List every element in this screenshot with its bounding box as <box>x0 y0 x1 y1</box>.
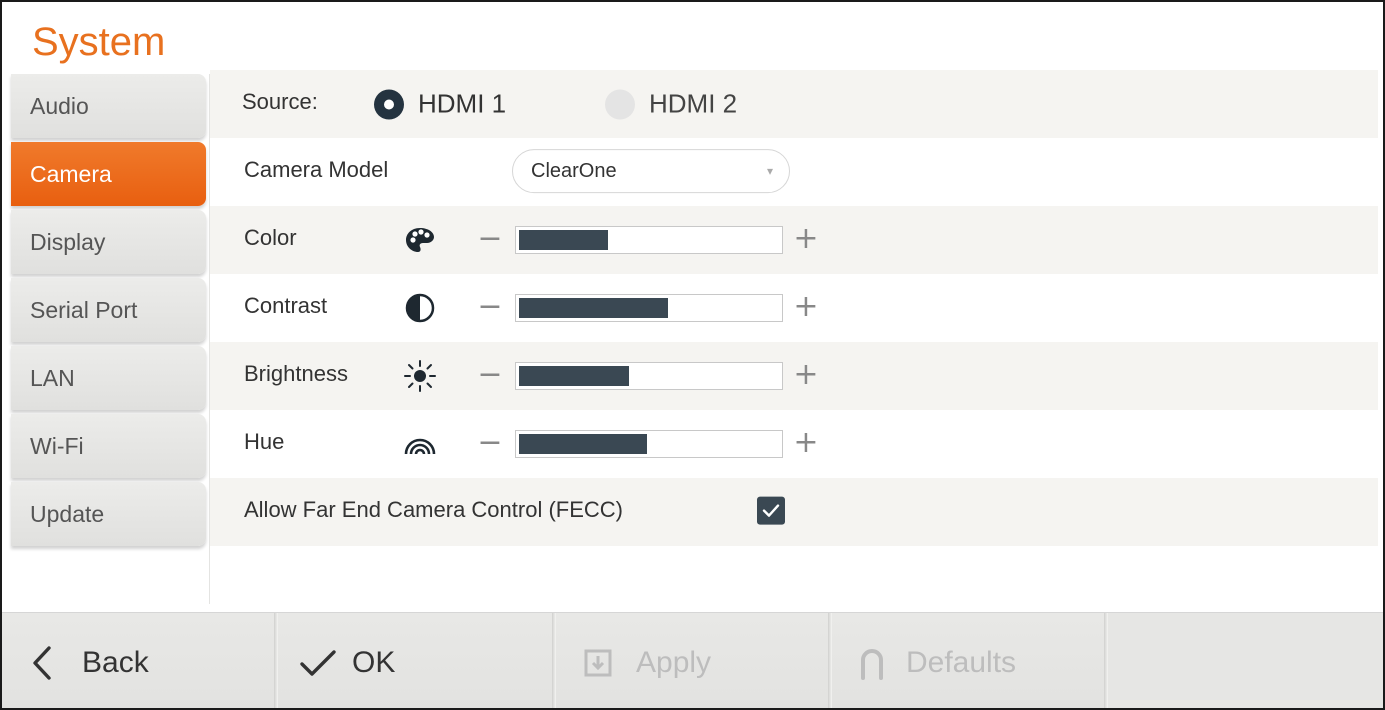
defaults-button[interactable]: Defaults <box>832 613 1104 708</box>
camera-settings-panel: Source: HDMI 1 HDMI 2 Camera Model Clear… <box>210 70 1378 546</box>
color-row: Color − + <box>210 206 1378 274</box>
checkmark-icon <box>762 504 780 517</box>
fecc-checkbox[interactable] <box>757 496 785 525</box>
slider-fill <box>519 366 629 386</box>
slider-fill <box>519 434 647 454</box>
defaults-label: Defaults <box>906 646 1017 679</box>
sidebar-item-lan[interactable]: LAN <box>11 346 206 410</box>
sidebar: Audio Camera Display Serial Port LAN Wi-… <box>11 74 206 550</box>
sidebar-item-display[interactable]: Display <box>11 210 206 274</box>
slider-fill <box>519 230 608 250</box>
back-button[interactable]: Back <box>2 613 274 708</box>
apply-label: Apply <box>636 646 712 679</box>
hue-increase-button[interactable]: + <box>792 425 820 460</box>
contrast-decrease-button[interactable]: − <box>476 289 504 324</box>
fecc-label: Allow Far End Camera Control (FECC) <box>244 496 623 522</box>
hue-slider[interactable] <box>515 430 783 458</box>
sidebar-item-camera[interactable]: Camera <box>11 142 206 206</box>
fecc-row: Allow Far End Camera Control (FECC) <box>210 478 1378 546</box>
camera-model-select[interactable]: ClearOne ▾ <box>512 149 790 194</box>
camera-model-value: ClearOne <box>531 160 617 183</box>
page-title: System <box>32 20 166 64</box>
brightness-decrease-button[interactable]: − <box>476 357 504 392</box>
camera-model-row: Camera Model ClearOne ▾ <box>210 138 1378 206</box>
camera-model-label: Camera Model <box>244 156 389 182</box>
source-row: Source: HDMI 1 HDMI 2 <box>210 70 1378 138</box>
contrast-increase-button[interactable]: + <box>792 289 820 324</box>
sidebar-item-update[interactable]: Update <box>11 482 206 546</box>
brightness-row: Brightness − + <box>210 342 1378 410</box>
system-window: System Audio Camera Display Serial Port … <box>0 0 1385 710</box>
back-label: Back <box>82 646 149 679</box>
source-label: Source: <box>242 88 318 114</box>
hue-label: Hue <box>244 428 285 454</box>
sidebar-item-wifi[interactable]: Wi-Fi <box>11 414 206 478</box>
apply-icon <box>578 643 618 683</box>
contrast-label: Contrast <box>244 292 328 318</box>
contrast-slider[interactable] <box>515 294 783 322</box>
contrast-row: Contrast − + <box>210 274 1378 342</box>
radio-hdmi-1[interactable]: HDMI 1 <box>374 89 506 120</box>
radio-hdmi-2[interactable]: HDMI 2 <box>605 89 737 120</box>
sidebar-item-serial-port[interactable]: Serial Port <box>11 278 206 342</box>
bottom-action-bar: Back OK Apply Defaults <box>2 612 1383 708</box>
radio-hdmi-2-label: HDMI 2 <box>649 88 738 119</box>
hue-icon <box>402 426 438 462</box>
brightness-icon <box>402 358 438 394</box>
contrast-icon <box>402 290 438 326</box>
slider-fill <box>519 298 668 318</box>
brightness-increase-button[interactable]: + <box>792 357 820 392</box>
ok-button[interactable]: OK <box>278 613 552 708</box>
brightness-label: Brightness <box>244 360 348 386</box>
reset-icon <box>852 643 892 683</box>
chevron-left-icon <box>22 643 62 683</box>
radio-hdmi-1-label: HDMI 1 <box>418 88 507 119</box>
ok-label: OK <box>352 646 396 679</box>
radio-selected-icon <box>374 89 404 119</box>
sidebar-item-audio[interactable]: Audio <box>11 74 206 138</box>
hue-decrease-button[interactable]: − <box>476 425 504 460</box>
radio-unselected-icon <box>605 89 635 119</box>
palette-icon <box>402 222 438 258</box>
bottom-divider <box>1104 613 1108 708</box>
brightness-slider[interactable] <box>515 362 783 390</box>
color-increase-button[interactable]: + <box>792 221 820 256</box>
chevron-down-icon: ▾ <box>766 164 773 179</box>
checkmark-icon <box>298 643 338 683</box>
color-slider[interactable] <box>515 226 783 254</box>
color-decrease-button[interactable]: − <box>476 221 504 256</box>
hue-row: Hue − + <box>210 410 1378 478</box>
apply-button[interactable]: Apply <box>556 613 828 708</box>
color-label: Color <box>244 224 297 250</box>
